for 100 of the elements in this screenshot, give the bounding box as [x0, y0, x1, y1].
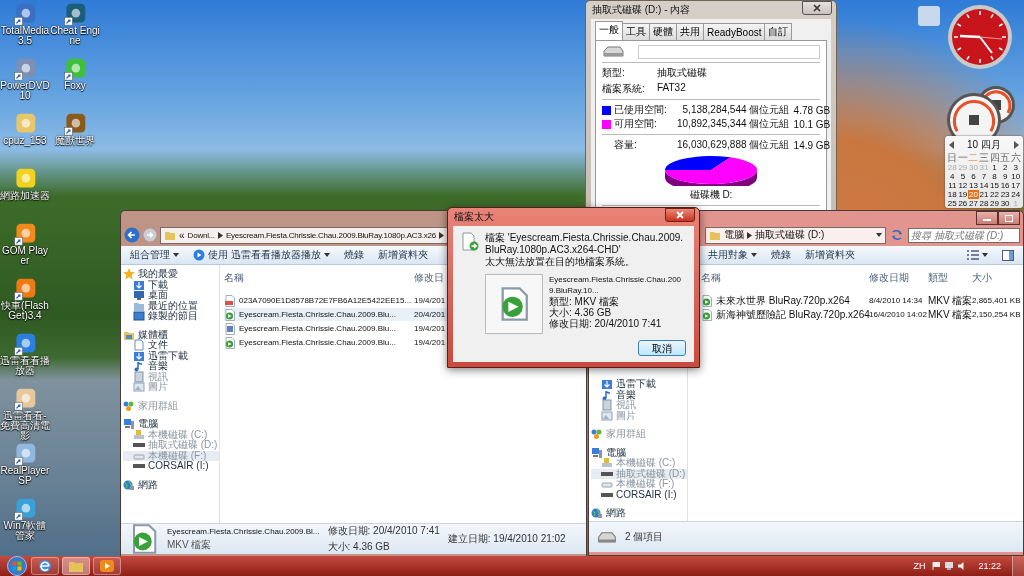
toolbar-button[interactable]: 燒錄	[338, 247, 369, 263]
name-field[interactable]	[638, 45, 820, 59]
tab[interactable]: 一般	[595, 21, 623, 40]
tab[interactable]: 工具	[622, 23, 650, 40]
toolbar-button[interactable]: 使用 迅雷看看播放器播放	[188, 247, 335, 263]
nav-item[interactable]: CORSAIR (I:)	[123, 461, 219, 472]
calendar-day[interactable]: 17	[1010, 181, 1021, 190]
calendar-day[interactable]: 2	[999, 163, 1011, 172]
calendar-day[interactable]: 10	[1010, 172, 1021, 181]
previous-arrow-icon[interactable]	[949, 141, 955, 149]
tab[interactable]: 硬體	[649, 23, 677, 40]
column-header[interactable]: 修改日期	[869, 271, 928, 285]
calendar-day[interactable]: 4	[947, 172, 958, 181]
tab[interactable]: 自訂	[764, 23, 793, 40]
toolbar-button[interactable]: 組合管理	[125, 247, 184, 263]
back-button[interactable]	[124, 227, 140, 243]
calendar-day[interactable]: 11	[947, 181, 958, 190]
tab[interactable]: ReadyBoost	[703, 23, 766, 40]
calendar-day[interactable]: 23	[999, 190, 1011, 199]
calendar-day[interactable]: 14	[978, 181, 990, 190]
breadcrumb[interactable]: 抽取式磁碟 (D:)	[755, 228, 825, 242]
toolbar-button[interactable]: 燒錄	[766, 247, 796, 263]
calendar-day[interactable]: 26	[957, 199, 969, 208]
desktop-shortcut[interactable]: RealPlayer SP	[0, 442, 50, 497]
calendar-day[interactable]: 1	[989, 163, 1000, 172]
file-row[interactable]: 未來水世界 BluRay.720p.x264 8/4/2010 14:34 MKV 檔案2,865,401 KB	[701, 294, 1021, 307]
taskbar-button[interactable]	[31, 557, 59, 575]
nav-item[interactable]: 錄製的節目	[123, 311, 219, 322]
language-indicator[interactable]: ZH	[910, 561, 929, 571]
calendar-day[interactable]: 29	[989, 199, 1000, 208]
breadcrumb[interactable]: Downl...	[187, 230, 215, 240]
calendar-day[interactable]: 27	[968, 199, 979, 208]
nav-item[interactable]: 電腦	[591, 447, 687, 458]
calendar-day[interactable]: 28	[978, 199, 990, 208]
next-arrow-icon[interactable]	[1013, 141, 1019, 149]
nav-item[interactable]: 電腦	[123, 419, 219, 430]
calendar-day[interactable]: 9	[999, 172, 1011, 181]
nav-item[interactable]: 媒體櫃	[123, 329, 219, 340]
address-bar[interactable]: 電腦 抽取式磁碟 (D:)	[705, 226, 886, 244]
nav-item[interactable]: 網路	[591, 508, 687, 519]
nav-item[interactable]: 我的最愛	[123, 269, 219, 280]
breadcrumb[interactable]: Eyescream.Fiesta.Chrissie.Chau.2009.BluRay.1080p.AC3.x26	[225, 230, 436, 240]
forward-button[interactable]	[143, 228, 157, 242]
calendar-day[interactable]: 21	[978, 190, 990, 199]
calendar-day[interactable]: 24	[1010, 190, 1021, 199]
calendar-day[interactable]: 22	[989, 190, 1000, 199]
calendar-day[interactable]: 30	[999, 199, 1011, 208]
clock-time[interactable]: 21:22	[970, 561, 1009, 571]
breadcrumb[interactable]: 電腦	[724, 228, 744, 242]
nav-item[interactable]: CORSAIR (I:)	[591, 489, 687, 500]
flag-icon[interactable]	[931, 561, 942, 571]
nav-item[interactable]: 文件	[123, 340, 219, 351]
nav-item[interactable]: 下載	[123, 279, 219, 290]
close-button[interactable]	[802, 1, 832, 15]
taskbar-button[interactable]	[93, 557, 121, 575]
calendar-day[interactable]: 16	[999, 181, 1011, 190]
caret-icon	[323, 253, 330, 257]
show-desktop-button[interactable]	[1012, 556, 1024, 576]
calendar-day[interactable]: 5	[957, 172, 969, 181]
toolbar-button[interactable]: 共用對象	[703, 247, 762, 263]
desktop-shortcut[interactable]: 網路加速器	[0, 167, 50, 222]
cancel-button[interactable]: 取消	[638, 340, 686, 356]
maximize-button[interactable]	[998, 211, 1020, 225]
calendar-day[interactable]: 8	[989, 172, 1000, 181]
toolbar-button[interactable]: 新增資料夾	[800, 247, 860, 263]
nav-item[interactable]: 迅雷下載	[591, 379, 687, 390]
nav-item[interactable]: 迅雷下載	[123, 350, 219, 361]
file-type: MKV 檔案	[167, 537, 213, 552]
nav-item[interactable]: 網路	[123, 479, 219, 490]
file-name: Eyescream.Fiesta.Chrissie.Chau.2009.Bl...	[167, 526, 320, 536]
breadcrumb-overflow[interactable]: «	[179, 229, 185, 241]
calendar-day[interactable]: 3	[1010, 163, 1021, 172]
nav-item[interactable]: 音樂	[123, 361, 219, 372]
calendar-day[interactable]: 25	[947, 199, 958, 208]
tab[interactable]: 共用	[676, 23, 704, 40]
calendar-day[interactable]: 19	[957, 190, 969, 199]
calendar-day[interactable]: 18	[947, 190, 958, 199]
calendar-day[interactable]: 7	[978, 172, 990, 181]
desktop-shortcut[interactable]: 迅雷看看播放器	[0, 332, 50, 387]
toolbar-button[interactable]: 新增資料夾	[372, 247, 433, 263]
calendar-day[interactable]: 6	[968, 172, 979, 181]
desktop-shortcut[interactable]: 快車(FlashGet)3.4	[0, 277, 50, 332]
calendar-day[interactable]: 12	[957, 181, 969, 190]
column-header[interactable]: 大小	[972, 271, 1020, 285]
calendar-day[interactable]: 15	[989, 181, 1000, 190]
column-header[interactable]: 類型	[928, 271, 972, 285]
column-header[interactable]: 名稱	[224, 271, 414, 285]
desktop-shortcut[interactable]: Win7軟體管家	[0, 497, 50, 552]
start-button[interactable]	[6, 556, 28, 576]
desktop-shortcut[interactable]: GOM Player	[0, 222, 50, 277]
network-icon[interactable]	[944, 561, 955, 571]
nav-item[interactable]: 桌面	[123, 290, 219, 301]
column-header[interactable]: 名稱	[701, 271, 869, 285]
minimize-button[interactable]	[976, 211, 998, 225]
close-button[interactable]	[665, 208, 695, 222]
column-header[interactable]: 修改日	[414, 271, 448, 285]
search-field[interactable]: 搜尋 抽取式磁碟 (D:)	[908, 227, 1020, 243]
file-row[interactable]: 新海神號歷險記 BluRay.720p.x26416/4/2010 14:02MKV 檔案2,150,254 KB	[701, 308, 1021, 321]
nav-item[interactable]: 最近的位置	[123, 300, 219, 311]
calendar-day[interactable]: 13	[968, 181, 979, 190]
